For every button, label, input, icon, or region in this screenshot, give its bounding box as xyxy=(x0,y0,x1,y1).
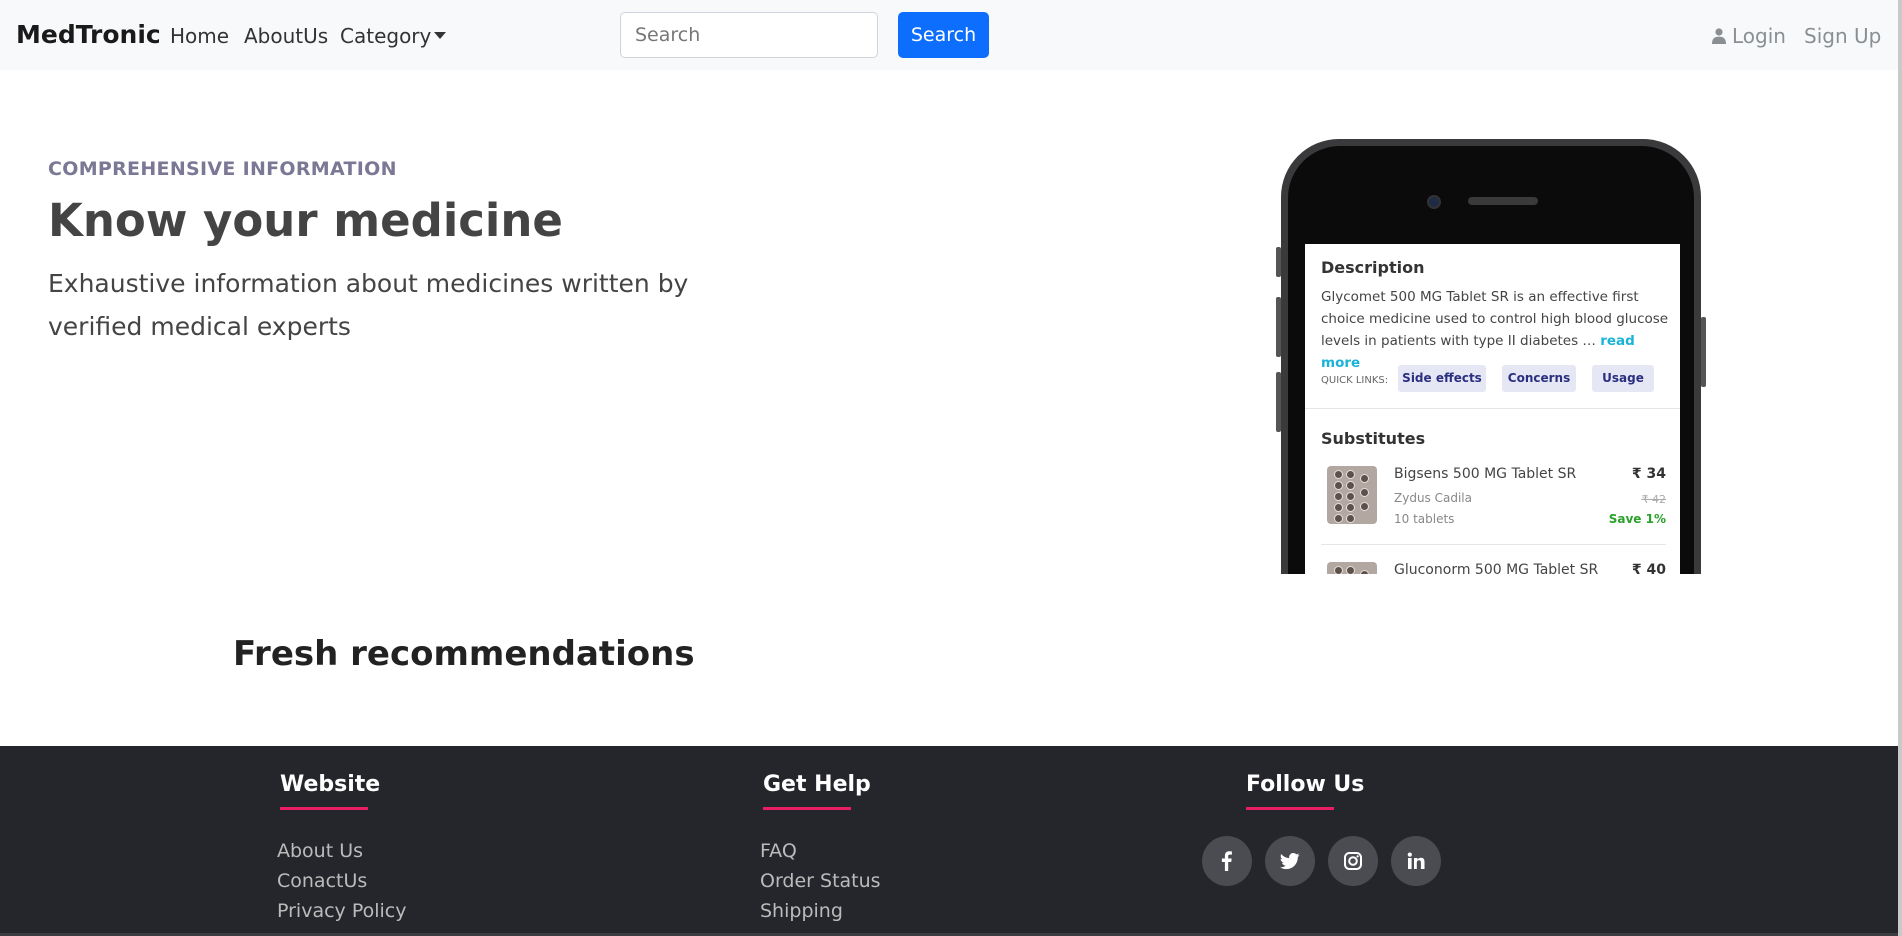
search-input[interactable] xyxy=(620,12,878,58)
substitute-manufacturer: Zydus Cadila xyxy=(1394,491,1472,505)
footer-link-faq[interactable]: FAQ xyxy=(760,840,797,862)
heading-underline xyxy=(280,807,368,810)
footer-heading-follow-us: Follow Us xyxy=(1246,772,1365,797)
footer-link-about-us[interactable]: About Us xyxy=(277,840,363,862)
chip-side-effects[interactable]: Side effects xyxy=(1398,365,1486,392)
login-link[interactable]: Login xyxy=(1712,24,1786,48)
substitute-price: ₹ 34 xyxy=(1631,466,1666,482)
description-text: Glycomet 500 MG Tablet SR is an effectiv… xyxy=(1321,286,1671,374)
footer-link-privacy-policy[interactable]: Privacy Policy xyxy=(277,900,406,922)
substitute-price: ₹ 40 xyxy=(1631,562,1666,574)
linkedin-icon xyxy=(1407,852,1425,869)
hero-subtitle: Exhaustive information about medicines w… xyxy=(48,269,689,341)
facebook-icon xyxy=(1221,851,1232,871)
divider xyxy=(1321,544,1666,545)
nav-about-link[interactable]: AboutUs xyxy=(244,24,328,48)
medicine-thumbnail xyxy=(1327,562,1377,574)
login-label: Login xyxy=(1732,24,1786,48)
phone-side-button xyxy=(1701,317,1706,387)
twitter-icon xyxy=(1280,853,1300,870)
hero-eyebrow: COMPREHENSIVE INFORMATION xyxy=(48,158,397,180)
substitute-name[interactable]: Bigsens 500 MG Tablet SR xyxy=(1394,466,1576,482)
substitute-quantity: 10 tablets xyxy=(1394,512,1455,526)
instagram-link[interactable] xyxy=(1328,836,1378,886)
recommendations-heading: Fresh recommendations xyxy=(233,634,695,674)
phone-screen: Description Glycomet 500 MG Tablet SR is… xyxy=(1305,244,1680,574)
nav-category-label: Category xyxy=(340,24,432,48)
description-heading: Description xyxy=(1321,258,1425,277)
instagram-icon xyxy=(1344,852,1362,870)
footer-link-shipping[interactable]: Shipping xyxy=(760,900,843,922)
chip-usage[interactable]: Usage xyxy=(1592,365,1654,392)
search-button[interactable]: Search xyxy=(898,12,989,58)
substitute-mrp: ₹ 42 xyxy=(1641,493,1667,506)
hero-title: Know your medicine xyxy=(48,194,563,247)
camera-icon xyxy=(1427,195,1441,209)
divider xyxy=(1305,408,1680,409)
nav-home-link[interactable]: Home xyxy=(170,24,229,48)
speaker-grille xyxy=(1468,197,1538,205)
user-icon xyxy=(1712,28,1726,44)
heading-underline xyxy=(763,807,851,810)
twitter-link[interactable] xyxy=(1265,836,1315,886)
chip-concerns[interactable]: Concerns xyxy=(1502,365,1576,392)
substitute-savings: Save 1% xyxy=(1608,512,1666,526)
nav-category-dropdown[interactable]: Category xyxy=(340,24,447,48)
phone-mockup: Description Glycomet 500 MG Tablet SR is… xyxy=(1276,132,1716,574)
caret-down-icon xyxy=(434,32,447,39)
heading-underline xyxy=(1246,807,1334,810)
signup-link[interactable]: Sign Up xyxy=(1804,24,1881,48)
medicine-thumbnail xyxy=(1327,466,1377,524)
quick-links-label: QUICK LINKS: xyxy=(1321,375,1389,386)
navbar: MedTronic Home AboutUs Category Search L… xyxy=(0,0,1898,70)
facebook-link[interactable] xyxy=(1202,836,1252,886)
phone-body: Description Glycomet 500 MG Tablet SR is… xyxy=(1281,139,1701,574)
linkedin-link[interactable] xyxy=(1391,836,1441,886)
footer: Website About Us ConactUs Privacy Policy… xyxy=(0,746,1898,936)
footer-heading-get-help: Get Help xyxy=(763,772,871,797)
substitutes-heading: Substitutes xyxy=(1321,429,1426,448)
page-scrollbar[interactable] xyxy=(1898,0,1902,936)
footer-link-order-status[interactable]: Order Status xyxy=(760,870,881,892)
footer-heading-website: Website xyxy=(280,772,381,797)
footer-link-contact-us[interactable]: ConactUs xyxy=(277,870,367,892)
substitute-name[interactable]: Gluconorm 500 MG Tablet SR xyxy=(1394,562,1598,574)
brand-logo[interactable]: MedTronic xyxy=(16,20,161,49)
